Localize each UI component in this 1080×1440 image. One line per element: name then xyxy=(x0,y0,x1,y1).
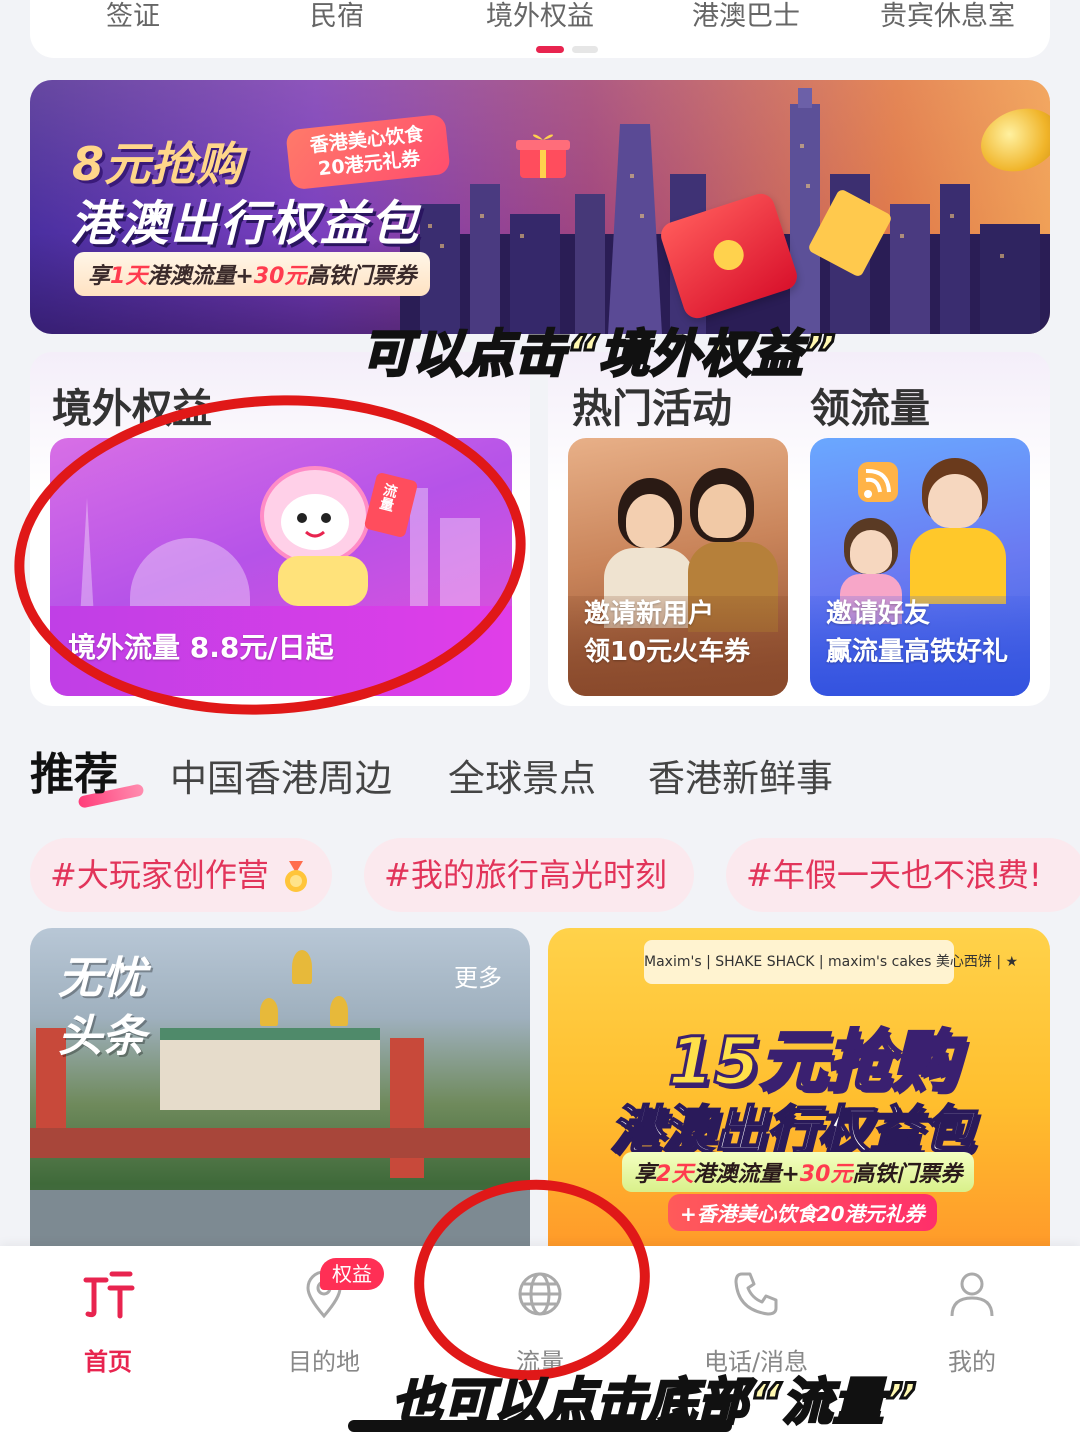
invite-new-user-line2: 领10元火车券 xyxy=(584,637,751,667)
invite-friends-line1: 邀请好友 xyxy=(826,599,931,629)
globe-icon xyxy=(518,1272,562,1316)
tab-recommend[interactable]: 推荐 xyxy=(30,738,118,802)
river-bridge-shape xyxy=(30,1190,530,1248)
overseas-benefits-card: 境外权益 流量 境外流量 8.8元/日起 xyxy=(30,352,530,706)
wifi-signal-icon xyxy=(858,462,898,502)
promo-feed-coupon: +香港美心饮食20港元礼券 xyxy=(668,1194,937,1231)
top-category-hk-macau-bus[interactable]: 港澳巴士 xyxy=(692,0,800,33)
caption-click-overseas-benefits: 可以点击“境外权益” xyxy=(360,324,837,385)
banner-subtitle: 享1天港澳流量+30元高铁门票券 xyxy=(74,252,431,296)
page-indicator-active xyxy=(536,46,564,53)
hashtag-travel-highlight[interactable]: #我的旅行高光时刻 xyxy=(364,838,694,912)
news-more-link[interactable]: 更多 xyxy=(454,958,502,993)
banner-sub-mid: 港澳流量+ xyxy=(147,264,254,289)
top-category-overseas-benefits[interactable]: 境外权益 xyxy=(486,0,594,33)
golden-dome-shape xyxy=(260,998,278,1026)
hashtag-annual-leave[interactable]: #年假一天也不浪费! xyxy=(726,838,1080,912)
nav-home[interactable]: 首页 xyxy=(38,1266,178,1377)
opera-house-shape xyxy=(130,538,250,608)
promo-sub-hl2: 30元 xyxy=(799,1162,853,1187)
nav-destination-label: 目的地 xyxy=(288,1348,360,1376)
nav-phone-messages[interactable]: 电话/消息 xyxy=(686,1266,826,1377)
promo-sub-hl1: 2天 xyxy=(656,1162,694,1187)
mascot-card-label: 流量 xyxy=(376,481,399,513)
nav-data-traffic[interactable]: 流量 xyxy=(470,1266,610,1377)
top-category-homestay[interactable]: 民宿 xyxy=(310,0,364,33)
news-feed-card[interactable]: 无忧头条 更多 xyxy=(30,928,530,1248)
hashtag-player-camp[interactable]: #大玩家创作营 xyxy=(30,838,332,912)
nav-home-label: 首页 xyxy=(84,1348,132,1376)
page-indicator xyxy=(536,38,606,57)
news-feed-title-line1: 无忧 xyxy=(58,953,146,1004)
top-category-visa[interactable]: 签证 xyxy=(106,0,160,33)
mascot-monkey-icon xyxy=(260,466,370,566)
mascot-face-icon xyxy=(281,494,349,550)
invite-new-user-tile[interactable]: 邀请新用户 领10元火车券 xyxy=(568,438,788,696)
home-indicator[interactable] xyxy=(348,1420,732,1432)
banner-sub-pre: 享 xyxy=(88,264,111,289)
invite-friends-tile[interactable]: 邀请好友 赢流量高铁好礼 xyxy=(810,438,1030,696)
banner-sub-hl1: 1天 xyxy=(110,264,148,289)
promo-feed-card[interactable]: Maxim's | SHAKE SHACK | maxim's cakes 美心… xyxy=(548,928,1050,1248)
mascot-body-shape xyxy=(278,556,368,606)
news-feed-title-line2: 头条 xyxy=(58,1011,146,1062)
top-category-bar: 签证 民宿 境外权益 港澳巴士 贵宾休息室 xyxy=(30,0,1050,58)
overseas-data-label: 境外流量 8.8元/日起 xyxy=(68,631,334,664)
girl-face-shape xyxy=(850,530,892,574)
news-feed-title: 无忧 头条 xyxy=(58,950,146,1066)
golden-dome-shape xyxy=(330,996,348,1026)
gift-box-icon xyxy=(516,134,570,178)
banner-sub-hl2: 30元 xyxy=(253,264,307,289)
tab-hk-news[interactable]: 香港新鲜事 xyxy=(648,748,833,802)
eiffel-tower-shape xyxy=(80,498,94,618)
kremlin-palace-shape xyxy=(160,1040,380,1110)
top-category-vip-lounge[interactable]: 贵宾休息室 xyxy=(880,0,1015,33)
promo-banner[interactable]: 8元抢购 香港美心饮食20港元礼券 港澳出行权益包 享1天港澳流量+30元高铁门… xyxy=(30,80,1050,334)
nav-me[interactable]: 我的 xyxy=(902,1266,1042,1377)
hashtag-player-camp-label: #大玩家创作营 xyxy=(50,856,269,894)
overseas-data-tile[interactable]: 流量 境外流量 8.8元/日起 xyxy=(50,438,512,696)
woman-face-shape xyxy=(626,494,674,548)
benefits-badge: 权益 xyxy=(320,1258,384,1290)
person-icon xyxy=(950,1272,994,1317)
promo-sub-mid: 港澳流量+ xyxy=(693,1162,800,1187)
promo-sub-pre: 享 xyxy=(634,1162,657,1187)
home-logo-icon xyxy=(83,1271,135,1319)
boy-face-shape xyxy=(928,474,982,528)
overseas-benefits-title[interactable]: 境外权益 xyxy=(52,376,212,434)
invite-friends-line2: 赢流量高铁好礼 xyxy=(826,637,1009,667)
boy-hoodie-shape xyxy=(910,528,1006,604)
kremlin-wall-shape xyxy=(30,1128,530,1158)
woman2-face-shape xyxy=(698,484,746,538)
nav-me-label: 我的 xyxy=(948,1348,996,1376)
page-indicator-inactive xyxy=(572,46,598,53)
tab-hk-nearby[interactable]: 中国香港周边 xyxy=(170,748,392,802)
brand-logos-strip: Maxim's | SHAKE SHACK | maxim's cakes 美心… xyxy=(644,940,1018,984)
phone-icon xyxy=(734,1272,778,1316)
banner-title: 港澳出行权益包 xyxy=(70,196,421,252)
invite-new-user-line1: 邀请新用户 xyxy=(584,599,715,629)
banner-sub-post: 高铁门票券 xyxy=(306,264,417,289)
promo-sub-post: 高铁门票券 xyxy=(852,1162,963,1187)
promo-feed-subtitle: 享2天港澳流量+30元高铁门票券 xyxy=(622,1152,975,1192)
activities-card: 热门活动 领流量 邀请新用户 领10元火车券 邀请好友 赢流量高铁好礼 xyxy=(548,352,1050,706)
medal-icon xyxy=(285,861,307,892)
tab-global-sights[interactable]: 全球景点 xyxy=(448,748,596,802)
golden-dome-shape xyxy=(292,950,312,984)
